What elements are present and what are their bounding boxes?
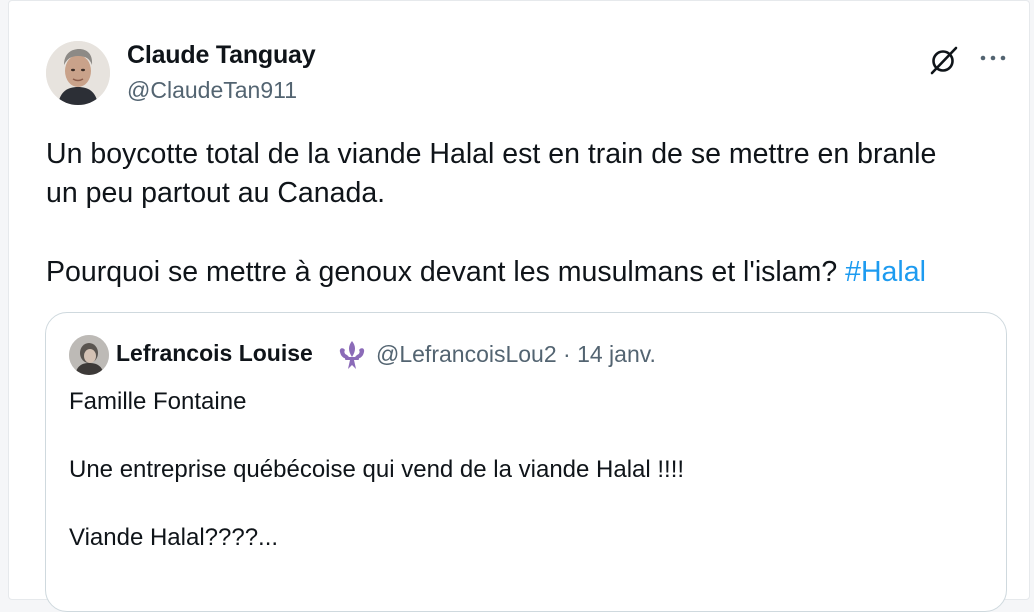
tweet-question: Pourquoi se mettre à genoux devant les m…	[46, 256, 838, 288]
more-options-icon[interactable]	[975, 43, 1011, 73]
quote-handle-and-date[interactable]: @LefrancoisLou2 · 14 janv.	[376, 341, 656, 368]
author-name[interactable]: Claude Tanguay	[127, 41, 316, 70]
fleur-de-lis-icon	[335, 338, 369, 372]
quoted-tweet[interactable]: Lefrancois Louise @LefrancoisLou2 · 14 j…	[45, 312, 1007, 612]
quote-author-name[interactable]: Lefrancois Louise	[116, 340, 313, 367]
author-handle[interactable]: @ClaudeTan911	[127, 77, 297, 104]
hashtag-link[interactable]: #Halal	[845, 256, 926, 288]
tweet-card: Claude Tanguay @ClaudeTan911 Un boycotte…	[8, 0, 1030, 612]
quote-line: Famille Fontaine	[69, 388, 247, 415]
tweet-line: Un boycotte total de la viande Halal est…	[46, 138, 937, 170]
grok-icon[interactable]	[927, 43, 961, 77]
quote-text: Famille Fontaine Une entreprise québécoi…	[69, 385, 969, 555]
author-avatar[interactable]	[46, 41, 110, 105]
quote-author-avatar[interactable]	[69, 335, 109, 375]
quote-line: Une entreprise québécoise qui vend de la…	[69, 456, 685, 483]
tweet-text: Un boycotte total de la viande Halal est…	[46, 135, 1006, 292]
tweet-line: Pourquoi se mettre à genoux devant les m…	[46, 253, 1006, 292]
quote-line: Viande Halal????...	[69, 524, 279, 551]
tweet-line: un peu partout au Canada.	[46, 177, 386, 209]
